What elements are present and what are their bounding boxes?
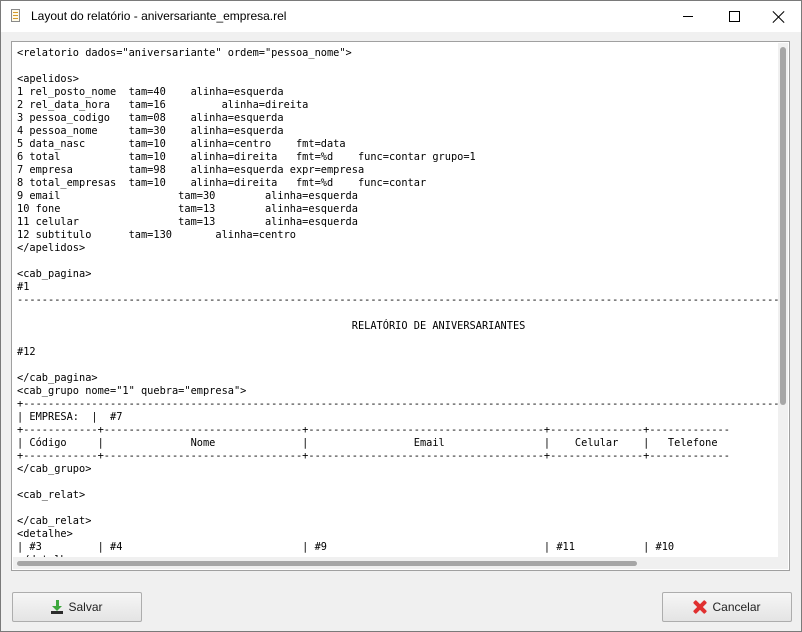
minimize-icon: [683, 16, 693, 17]
scrollbar-corner: [778, 557, 788, 569]
window-title: Layout do relatório - aniversariante_emp…: [31, 9, 287, 23]
layout-editor[interactable]: <relatorio dados="aniversariante" ordem=…: [11, 41, 790, 571]
minimize-button[interactable]: [665, 1, 711, 32]
vertical-scrollbar[interactable]: [778, 43, 788, 557]
close-icon: [773, 11, 785, 23]
document-icon: [11, 9, 20, 22]
title-bar: Layout do relatório - aniversariante_emp…: [1, 1, 801, 32]
horizontal-scrollbar[interactable]: [13, 557, 779, 569]
vertical-scroll-thumb[interactable]: [780, 47, 786, 405]
download-icon: [51, 600, 64, 614]
horizontal-scroll-thumb[interactable]: [17, 561, 637, 566]
close-button[interactable]: [756, 1, 801, 32]
cancel-button-label: Cancelar: [712, 600, 761, 614]
maximize-icon: [728, 11, 740, 22]
layout-text[interactable]: <relatorio dados="aniversariante" ordem=…: [17, 47, 779, 557]
cancel-button[interactable]: Cancelar: [662, 592, 792, 622]
layout-text-area[interactable]: <relatorio dados="aniversariante" ordem=…: [13, 43, 779, 557]
save-button-label: Salvar: [68, 600, 103, 614]
save-button[interactable]: Salvar: [12, 592, 142, 622]
maximize-button[interactable]: [711, 1, 757, 32]
cancel-x-icon: [693, 600, 707, 614]
report-layout-window: Layout do relatório - aniversariante_emp…: [0, 0, 802, 632]
